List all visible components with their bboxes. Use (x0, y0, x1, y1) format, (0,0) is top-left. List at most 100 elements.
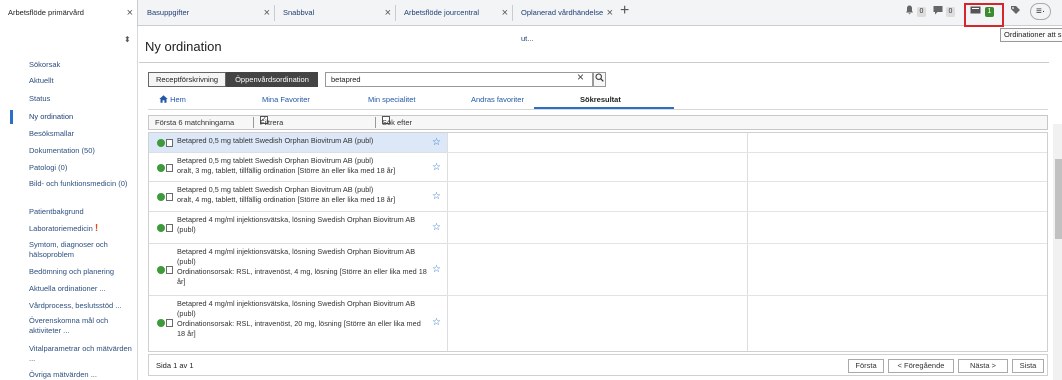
sidebar-item-ovriga-matvarden[interactable]: Övriga mätvärden ... (29, 370, 134, 380)
bell-count-badge: 0 (917, 7, 926, 17)
search-icon (595, 73, 604, 82)
result-row[interactable]: Betapred 0,5 mg tablett Swedish Orphan B… (149, 133, 447, 153)
row-divider (447, 211, 1047, 212)
receptforskrivning-button[interactable]: Receptförskrivning (148, 72, 226, 87)
template-icon (166, 139, 173, 147)
message-icon[interactable] (933, 5, 943, 21)
nav-tab-mina-favoriter[interactable]: Mina Favoriter (262, 95, 310, 104)
sidebar-item-patologi[interactable]: Patologi (0) (29, 163, 134, 173)
search-input[interactable]: betapred (325, 72, 593, 87)
status-dot-icon (157, 319, 165, 327)
sidebar-item-vardprocess[interactable]: Vårdprocess, beslutsstöd ... (29, 301, 134, 311)
status-dot-icon (157, 139, 165, 147)
sidebar-item-label: Besöksmallar (29, 129, 75, 138)
favorite-star-icon[interactable]: ☆ (432, 137, 441, 148)
result-text: Betapred 0,5 mg tablett Swedish Orphan B… (177, 156, 427, 176)
previous-page-button[interactable]: < Föregående (888, 359, 954, 373)
tag-icon[interactable] (1010, 5, 1021, 21)
sidebar-item-besoksmallar[interactable]: Besöksmallar (29, 129, 134, 139)
page-info: Sida 1 av 1 (156, 361, 194, 370)
sidebar-item-ny-ordination[interactable]: Ny ordination (29, 112, 134, 122)
home-icon (159, 95, 168, 103)
hamburger-menu-icon[interactable]: ≡· (1030, 3, 1052, 20)
result-detail: oralt, 4 mg, tablett, tillfällig ordinat… (177, 195, 396, 204)
sidebar-item-laboratoriemedicin[interactable]: Laboratoriemedicin ! (29, 224, 134, 234)
tab-snabbval[interactable]: Snabbval × (275, 0, 395, 26)
close-icon[interactable]: × (502, 0, 508, 26)
favorite-star-icon[interactable]: ☆ (432, 162, 441, 173)
sidebar-item-label: Patientbakgrund (29, 207, 84, 216)
close-icon[interactable]: × (385, 0, 391, 26)
page-title: Ny ordination (145, 39, 222, 54)
scrollbar-thumb[interactable] (1055, 159, 1062, 239)
nav-tab-min-specialitet[interactable]: Min specialitet (368, 95, 416, 104)
sidebar: ⬍ Sökorsak Aktuellt Status Ny ordination… (0, 27, 138, 380)
result-row[interactable]: Betapred 0,5 mg tablett Swedish Orphan B… (149, 153, 447, 182)
sidebar-item-label: Bild- och funktionsmedicin (0) (29, 179, 128, 188)
next-page-button[interactable]: Nästa > (958, 359, 1008, 373)
clear-search-icon[interactable]: × (577, 70, 584, 84)
nav-tab-label: Hem (170, 95, 186, 104)
main-panel: Ny ordination Receptförskrivning Öppenvå… (139, 27, 1062, 380)
favorite-star-icon[interactable]: ☆ (432, 264, 441, 275)
pagination-bar: Sida 1 av 1 Första < Föregående Nästa > … (148, 354, 1048, 376)
result-text: Betapred 4 mg/ml injektionsvätska, lösni… (177, 299, 427, 339)
oppenvardsordination-button[interactable]: Öppenvårdsordination (226, 72, 318, 87)
tab-label: Arbetsflöde jourcentral (404, 8, 480, 17)
sidebar-item-dokumentation[interactable]: Dokumentation (50) (29, 146, 134, 156)
sidebar-item-label: Aktuellt (29, 76, 54, 85)
result-detail: Ordinationsorsak: RSL, intravenöst, 4 mg… (177, 267, 427, 286)
row-divider (447, 181, 1047, 182)
result-text: Betapred 4 mg/ml injektionsvätska, lösni… (177, 247, 427, 287)
sidebar-item-bild-funktionsmedicin[interactable]: Bild- och funktionsmedicin (0) (29, 179, 134, 189)
nav-tab-andras-favoriter[interactable]: Andras favoriter (471, 95, 524, 104)
result-row[interactable]: Betapred 4 mg/ml injektionsvätska, lösni… (149, 244, 447, 296)
result-row[interactable]: Betapred 0,5 mg tablett Swedish Orphan B… (149, 182, 447, 212)
sidebar-item-symtom-diagnoser[interactable]: Symtom, diagnoser och hälsoproblem (29, 240, 134, 260)
close-icon[interactable]: × (607, 0, 613, 26)
last-page-button[interactable]: Sista (1012, 359, 1044, 373)
nav-tab-hem[interactable]: Hem (159, 95, 186, 104)
result-title: Betapred 4 mg/ml injektionsvätska, lösni… (177, 215, 416, 234)
column-divider (747, 133, 748, 351)
sidebar-item-overenskomna-mal[interactable]: Överenskomna mål och aktiviteter ... (29, 316, 134, 336)
tab-basuppgifter[interactable]: Basuppgifter × (139, 0, 274, 26)
tab-oplanerad-vardhandelse[interactable]: Oplanerad vårdhändelse ut... × (513, 0, 617, 43)
sidebar-item-label: Symtom, diagnoser och hälsoproblem (29, 240, 108, 259)
sidebar-item-status[interactable]: Status (29, 94, 134, 104)
sidebar-item-label: Patologi (0) (29, 163, 68, 172)
nav-tab-sokresultat[interactable]: Sökresultat (580, 95, 621, 104)
divider (148, 109, 1048, 110)
highlight-box (964, 3, 1004, 27)
tab-arbetsflode-primarvard[interactable]: Arbetsflöde primärvård × (0, 0, 138, 27)
add-tab-button[interactable]: + (620, 2, 629, 20)
row-divider (447, 295, 1047, 296)
result-row[interactable]: Betapred 4 mg/ml injektionsvätska, lösni… (149, 296, 447, 351)
sidebar-item-bedomning-planering[interactable]: Bedömning och planering (29, 267, 134, 277)
favorite-star-icon[interactable]: ☆ (432, 191, 441, 202)
sidebar-item-aktuellt[interactable]: Aktuellt (29, 76, 134, 86)
sidebar-item-patientbakgrund[interactable]: Patientbakgrund (29, 207, 134, 217)
tab-label: Basuppgifter (147, 8, 190, 17)
favorite-star-icon[interactable]: ☆ (432, 222, 441, 233)
template-icon (166, 319, 173, 327)
sidebar-item-label: Bedömning och planering (29, 267, 115, 276)
active-item-marker (10, 110, 13, 124)
sidebar-item-vitalparametrar[interactable]: Vitalparametrar och mätvärden ... (29, 344, 134, 364)
sidebar-item-aktuella-ordinationer[interactable]: Aktuella ordinationer ... (29, 284, 134, 294)
favorite-star-icon[interactable]: ☆ (432, 317, 441, 328)
bell-icon[interactable] (905, 5, 914, 21)
row-divider (447, 152, 1047, 153)
pin-icon[interactable]: ⬍ (124, 35, 131, 44)
search-button[interactable] (593, 72, 606, 87)
result-row[interactable]: Betapred 4 mg/ml injektionsvätska, lösni… (149, 212, 447, 244)
first-page-button[interactable]: Första (848, 359, 884, 373)
tab-arbetsflode-jourcentral[interactable]: Arbetsflöde jourcentral × (396, 0, 512, 26)
close-icon[interactable]: × (264, 0, 270, 26)
sidebar-item-sokorsak[interactable]: Sökorsak (29, 60, 134, 70)
result-text: Betapred 0,5 mg tablett Swedish Orphan B… (177, 185, 427, 205)
template-icon (166, 164, 173, 172)
close-icon[interactable]: × (127, 0, 133, 26)
divider (253, 117, 254, 128)
template-icon (166, 266, 173, 274)
